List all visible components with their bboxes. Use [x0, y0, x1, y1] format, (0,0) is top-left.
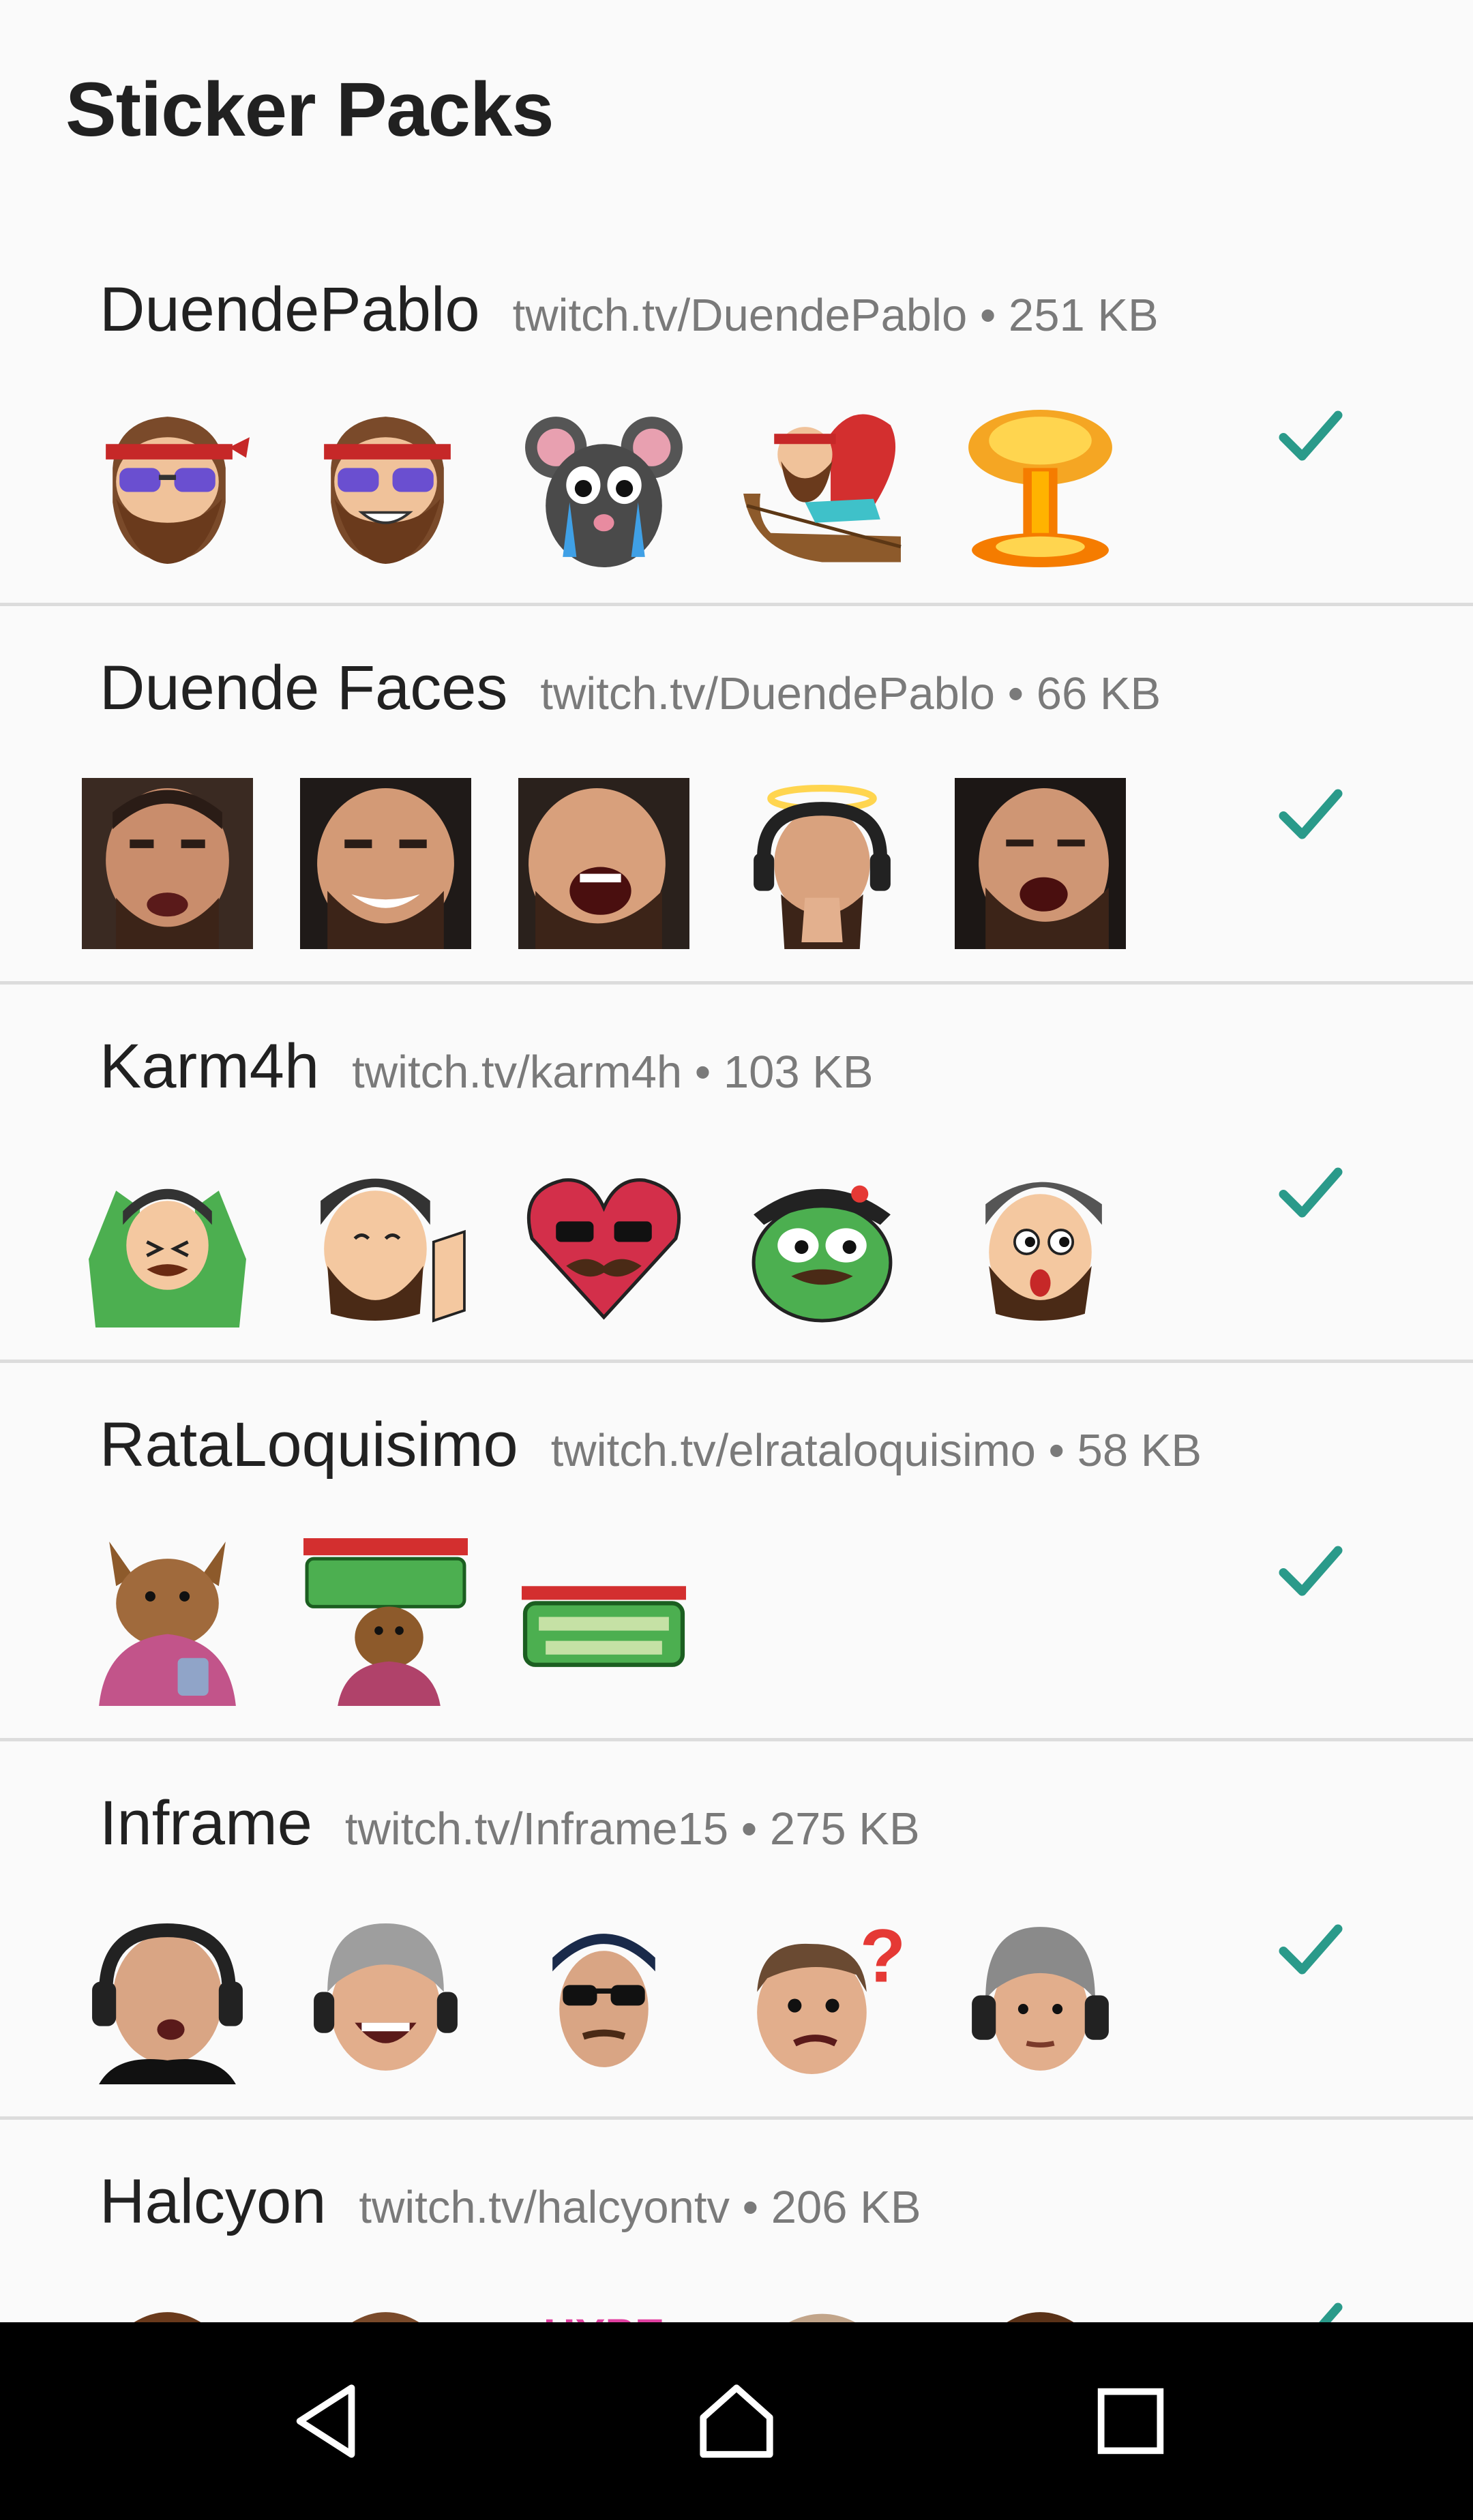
svg-text:?: ? [860, 1914, 906, 1998]
sticker-bearded-boat-heart [736, 400, 908, 571]
added-check-icon [1279, 1546, 1343, 1596]
sticker-preview-strip [82, 400, 1126, 571]
home-button[interactable] [679, 2363, 794, 2479]
system-navigation-bar [0, 2322, 1473, 2520]
sticker-pack-list[interactable]: DuendePablo twitch.tv/DuendePablo • 251 … [0, 228, 1473, 2322]
pack-info: twitch.tv/Inframe15 • 275 KB [344, 1803, 920, 1855]
sticker-el-rata-loquisimo-logo [518, 1535, 689, 1706]
sticker-bearded-sunglasses-face [82, 400, 253, 571]
pack-name: Inframe [100, 1788, 312, 1858]
pack-header: Duende Faces twitch.tv/DuendePablo • 66 … [100, 652, 1161, 724]
sticker-photo-face-grimace [300, 778, 471, 949]
pack-header: Halcyon twitch.tv/halcyontv • 206 KB [100, 2166, 921, 2238]
sticker-cartoon-cap-cheering [82, 1156, 253, 1328]
page-title: Sticker Packs [65, 67, 554, 152]
sticker-cartoon-cap-surprised [955, 1156, 1126, 1328]
sticker-headset-face-moaning [82, 1913, 253, 2084]
sticker-face-4 [736, 2292, 908, 2322]
sticker-rat-robe-drinking [82, 1535, 253, 1706]
pack-name: Karm4h [100, 1032, 320, 1101]
sticker-crying-rat [518, 400, 689, 571]
pack-header: Inframe twitch.tv/Inframe15 • 275 KB [100, 1788, 920, 1859]
sticker-beanie-headset-face [955, 1913, 1126, 2084]
pack-info: twitch.tv/DuendePablo • 251 KB [512, 290, 1159, 341]
recents-button[interactable] [1073, 2363, 1189, 2479]
sticker-bearded-grin-face [300, 400, 471, 571]
sticker-heart-mustache-sunglasses [518, 1156, 689, 1328]
pack-header: RataLoquisimo twitch.tv/elrataloquisimo … [100, 1409, 1202, 1481]
sticker-pack-row[interactable]: Inframe twitch.tv/Inframe15 • 275 KB ? [0, 1741, 1473, 2120]
sticker-photo-face-shouting [518, 778, 689, 949]
sticker-photo-face-yelling [955, 778, 1126, 949]
screen: Sticker Packs DuendePablo twitch.tv/Duen… [0, 0, 1473, 2520]
back-button[interactable] [271, 2363, 387, 2479]
back-icon [296, 2384, 355, 2458]
sticker-el-rata-loquisimo-logo-rat [300, 1535, 471, 1706]
sticker-pack-row[interactable]: DuendePablo twitch.tv/DuendePablo • 251 … [0, 228, 1473, 606]
sticker-pack-row[interactable]: Halcyon twitch.tv/halcyontv • 206 KB HYP… [0, 2120, 1473, 2322]
recents-icon [1097, 2388, 1164, 2455]
sticker-mushroom-cloud-explosion [955, 400, 1126, 571]
added-check-icon [1279, 410, 1343, 461]
sticker-pack-row[interactable]: Karm4h twitch.tv/karm4h • 103 KB [0, 985, 1473, 1363]
pack-name: Halcyon [100, 2167, 327, 2236]
sticker-preview-strip: HYPE [82, 2292, 1126, 2322]
sticker-photo-face-angel-halo [736, 778, 908, 949]
sticker-pack-row[interactable]: Duende Faces twitch.tv/DuendePablo • 66 … [0, 606, 1473, 985]
home-icon [700, 2384, 773, 2458]
pack-name: Duende Faces [100, 653, 508, 723]
svg-text:HYPE: HYPE [544, 2309, 665, 2322]
pack-header: Karm4h twitch.tv/karm4h • 103 KB [100, 1031, 874, 1102]
sticker-preview-strip [82, 1535, 689, 1706]
sticker-face-2 [300, 2292, 471, 2322]
sticker-cartoon-cap-waving [300, 1156, 471, 1328]
sticker-preview-strip: ? [82, 1913, 1126, 2084]
pack-name: RataLoquisimo [100, 1410, 518, 1480]
sticker-sunglasses-cap-face [518, 1913, 689, 2084]
added-check-icon [1279, 1924, 1343, 1975]
added-check-icon [1279, 789, 1343, 839]
pack-info: twitch.tv/halcyontv • 206 KB [359, 2182, 921, 2233]
pack-info: twitch.tv/karm4h • 103 KB [352, 1047, 874, 1098]
sticker-preview-strip [82, 1156, 1126, 1328]
sticker-face-1 [82, 2292, 253, 2322]
sticker-beanie-face-laughing [300, 1913, 471, 2084]
pack-name: DuendePablo [100, 275, 480, 344]
pack-header: DuendePablo twitch.tv/DuendePablo • 251 … [100, 274, 1159, 346]
sticker-frog-beret-mustache [736, 1156, 908, 1328]
sticker-confused-face-question-mark: ? [736, 1913, 908, 2084]
added-check-icon [1279, 1167, 1343, 1218]
sticker-preview-strip [82, 778, 1126, 949]
sticker-hype-sticker: HYPE [518, 2292, 689, 2322]
sticker-photo-face-speaking [82, 778, 253, 949]
added-check-icon [1319, 2302, 1343, 2322]
sticker-pack-row[interactable]: RataLoquisimo twitch.tv/elrataloquisimo … [0, 1363, 1473, 1741]
pack-info: twitch.tv/DuendePablo • 66 KB [540, 668, 1161, 719]
sticker-face-5 [955, 2292, 1126, 2322]
pack-info: twitch.tv/elrataloquisimo • 58 KB [550, 1425, 1202, 1476]
